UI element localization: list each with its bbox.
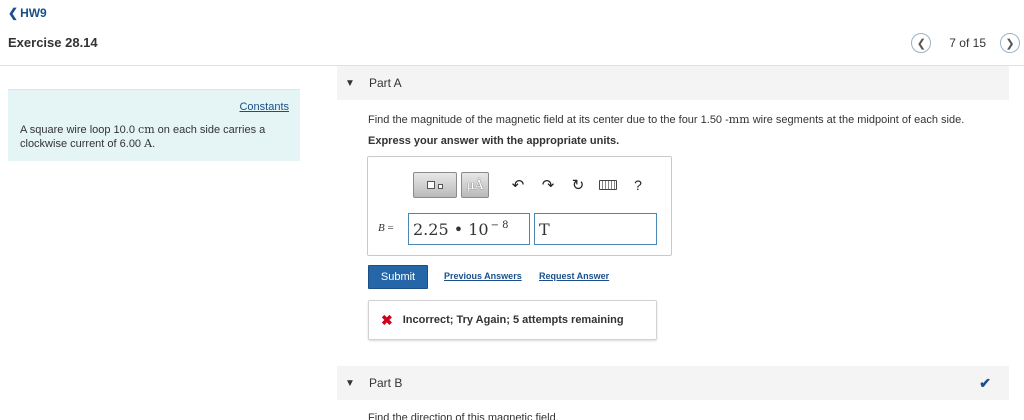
part-b-question: Find the direction of this magnetic fiel… xyxy=(368,412,559,420)
unit-value: T xyxy=(539,219,550,239)
next-item-button[interactable]: ❯ xyxy=(1000,33,1020,53)
part-a-header[interactable]: ▼ Part A xyxy=(337,66,1009,100)
part-a-label: Part A xyxy=(369,76,402,90)
part-a-instruction: Express your answer with the appropriate… xyxy=(368,135,620,147)
constants-link[interactable]: Constants xyxy=(239,101,289,113)
question-prefix: Find the magnitude of the magnetic field… xyxy=(368,114,729,126)
checkmark-icon: ✔ xyxy=(979,375,991,391)
previous-item-button[interactable]: ❮ xyxy=(911,33,932,53)
part-b-header[interactable]: ▼ Part B ✔ xyxy=(337,366,1009,400)
problem-line1-suffix: on each side carries a xyxy=(154,124,266,136)
reset-button[interactable]: ↻ xyxy=(563,172,593,198)
submit-button[interactable]: Submit xyxy=(368,265,428,289)
variable-equals: = xyxy=(384,222,394,234)
problem-line2-unit: A xyxy=(144,137,153,150)
caret-down-icon: ▼ xyxy=(345,377,355,389)
reset-icon: ↻ xyxy=(571,177,585,194)
request-answer-link[interactable]: Request Answer xyxy=(539,271,609,281)
variable-name: B xyxy=(378,222,385,234)
caret-down-icon: ▼ xyxy=(345,77,355,89)
redo-icon: ↷ xyxy=(541,177,555,194)
undo-button[interactable]: ↶ xyxy=(503,172,533,198)
problem-line1-prefix: A square wire loop 10.0 xyxy=(20,124,139,136)
pager: ❮ 7 of 15 ❯ xyxy=(911,33,1020,53)
keyboard-button[interactable] xyxy=(593,172,623,198)
units-label: μÅ xyxy=(466,178,484,192)
question-suffix: wire segments at the midpoint of each si… xyxy=(749,114,965,126)
undo-icon: ↶ xyxy=(511,177,525,194)
chevron-left-icon: ❮ xyxy=(8,6,19,20)
question-unit: mm xyxy=(728,113,750,126)
templates-button[interactable] xyxy=(413,172,457,198)
previous-answers-link[interactable]: Previous Answers xyxy=(444,271,522,281)
back-to-assignment-link[interactable]: ❮ HW9 xyxy=(8,6,47,20)
answer-variable-label: B = xyxy=(378,222,394,234)
units-button[interactable]: μÅ xyxy=(461,172,489,198)
exercise-title: Exercise 28.14 xyxy=(8,35,98,50)
help-label: ? xyxy=(634,177,642,193)
templates-icon xyxy=(427,181,443,189)
feedback-box: ✖ Incorrect; Try Again; 5 attempts remai… xyxy=(368,300,657,340)
answer-unit-input[interactable]: T xyxy=(534,213,657,245)
help-button[interactable]: ? xyxy=(623,172,653,198)
chevron-left-icon: ❮ xyxy=(916,37,926,50)
answer-value-input[interactable]: 2.25 • 10− 8 xyxy=(408,213,530,245)
problem-line1-unit: cm xyxy=(138,123,155,136)
back-link-label: HW9 xyxy=(20,6,47,20)
math-toolbar: μÅ ↶ ↷ ↻ ? xyxy=(413,172,653,198)
problem-line2-prefix: clockwise current of 6.00 xyxy=(20,138,145,150)
problem-text: A square wire loop 10.0 cm on each side … xyxy=(20,123,280,151)
value-mantissa: 2.25 • 10 xyxy=(413,219,489,239)
chevron-right-icon: ❯ xyxy=(1005,37,1015,50)
problem-statement-panel: Constants A square wire loop 10.0 cm on … xyxy=(8,89,300,161)
value-exponent: − 8 xyxy=(490,219,509,231)
part-a-question: Find the magnitude of the magnetic field… xyxy=(368,113,964,126)
keyboard-icon xyxy=(599,180,617,190)
problem-line2-suffix: . xyxy=(152,138,156,150)
part-b-label: Part B xyxy=(369,376,403,390)
incorrect-x-icon: ✖ xyxy=(381,311,393,328)
pager-text: 7 of 15 xyxy=(949,36,986,50)
feedback-message: Incorrect; Try Again; 5 attempts remaini… xyxy=(402,314,624,326)
redo-button[interactable]: ↷ xyxy=(533,172,563,198)
answer-panel: μÅ ↶ ↷ ↻ ? B = 2.25 • 10− 8 T xyxy=(367,156,672,256)
page: ❮ HW9 Exercise 28.14 ❮ 7 of 15 ❯ Constan… xyxy=(0,0,1024,420)
